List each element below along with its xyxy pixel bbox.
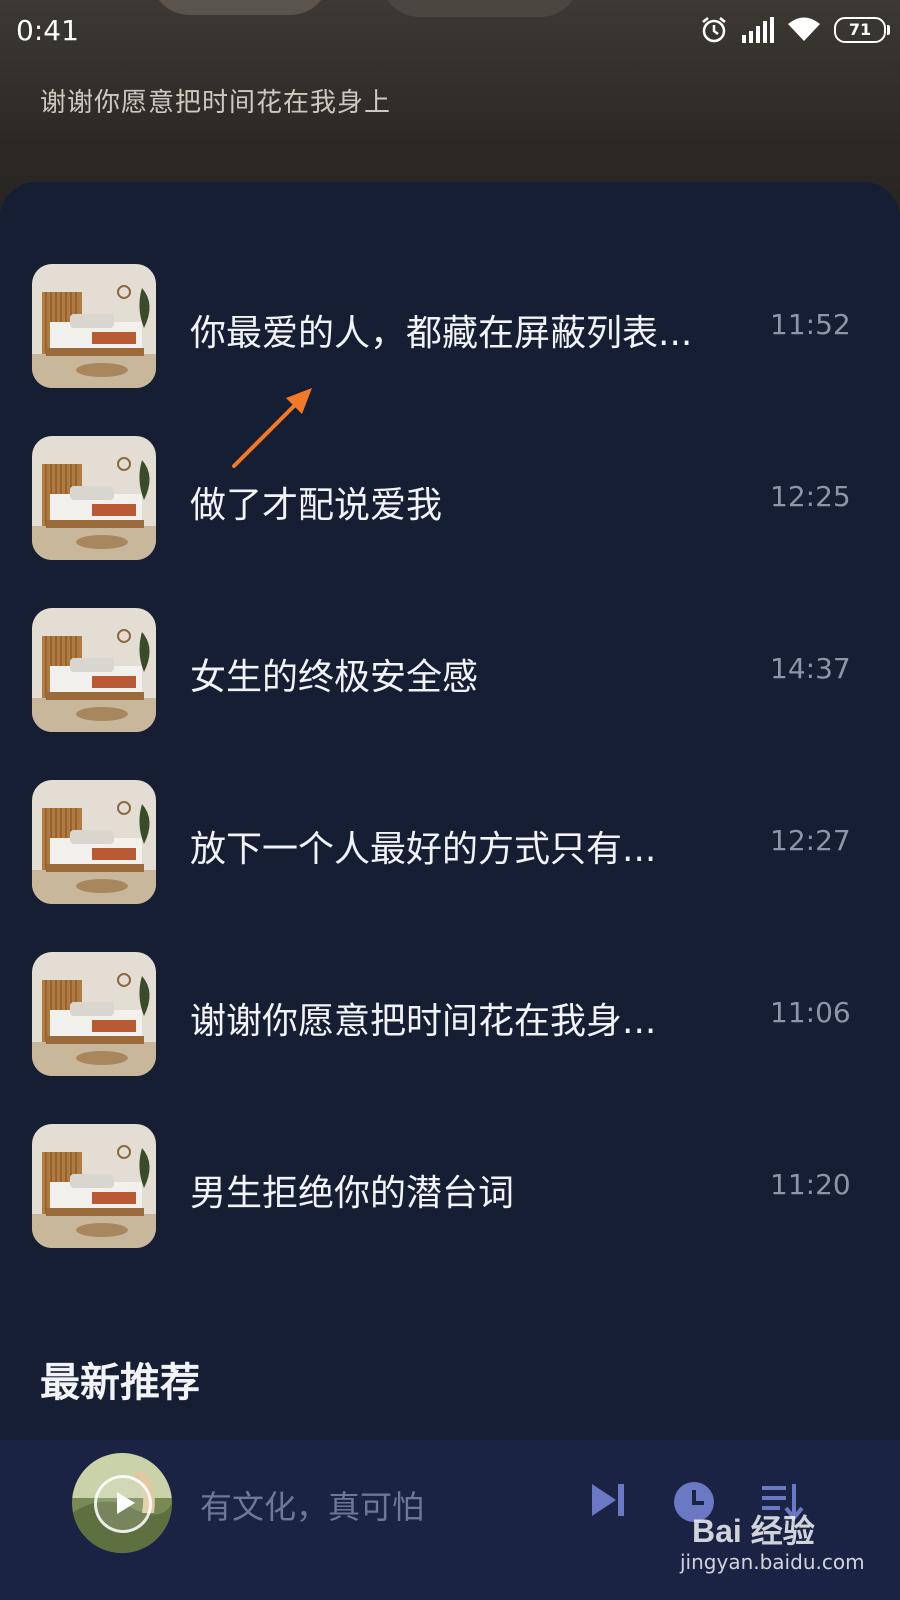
episode-duration: 12:25 — [770, 480, 851, 513]
alarm-icon — [702, 17, 726, 43]
episode-thumbnail — [32, 608, 156, 732]
episode-title: 男生拒绝你的潜台词 — [190, 1173, 515, 1214]
episode-title: 谢谢你愿意把时间花在我身... — [190, 1001, 657, 1042]
episode-thumbnail — [32, 264, 156, 388]
list-item[interactable]: 你最爱的人，都藏在屏蔽列表... 11:52 — [0, 264, 900, 388]
episode-duration: 12:27 — [770, 824, 851, 857]
annotation-arrow — [232, 388, 312, 468]
episode-thumbnail — [32, 1124, 156, 1248]
wifi-icon — [788, 17, 820, 41]
now-playing-title: 有文化，真可怕 — [200, 1488, 425, 1526]
status-icons: 71 — [700, 14, 890, 46]
now-playing-cover[interactable] — [72, 1453, 172, 1553]
episode-title: 你最爱的人，都藏在屏蔽列表... — [190, 313, 693, 354]
watermark-url: jingyan.baidu.com — [680, 1550, 865, 1574]
episode-duration: 11:20 — [770, 1168, 851, 1201]
header-subtitle: 谢谢你愿意把时间花在我身上 — [40, 88, 392, 118]
episode-thumbnail — [32, 780, 156, 904]
episode-title: 女生的终极安全感 — [190, 657, 479, 698]
signal-icon — [742, 17, 774, 43]
status-bar: 0:41 71 — [0, 0, 900, 62]
list-item[interactable]: 谢谢你愿意把时间花在我身... 11:06 — [0, 952, 900, 1076]
play-icon[interactable] — [94, 1475, 152, 1533]
episode-duration: 14:37 — [770, 652, 851, 685]
episode-thumbnail — [32, 436, 156, 560]
list-item[interactable]: 放下一个人最好的方式只有... 12:27 — [0, 780, 900, 904]
baidu-jingyan-watermark: Bai 经验 jingyan.baidu.com — [680, 1500, 880, 1590]
battery-icon: 71 — [834, 17, 890, 43]
list-item[interactable]: 男生拒绝你的潜台词 11:20 — [0, 1124, 900, 1248]
next-icon[interactable] — [588, 1480, 628, 1520]
status-time: 0:41 — [16, 14, 79, 47]
list-item[interactable]: 女生的终极安全感 14:37 — [0, 608, 900, 732]
section-title-latest: 最新推荐 — [40, 1360, 200, 1406]
watermark-logo: Bai 经验 — [692, 1513, 815, 1549]
episode-thumbnail — [32, 952, 156, 1076]
list-item[interactable]: 做了才配说爱我 12:25 — [0, 436, 900, 560]
episode-title: 做了才配说爱我 — [190, 485, 443, 526]
episode-title: 放下一个人最好的方式只有... — [190, 829, 657, 870]
episode-duration: 11:52 — [770, 308, 851, 341]
episode-duration: 11:06 — [770, 996, 851, 1029]
